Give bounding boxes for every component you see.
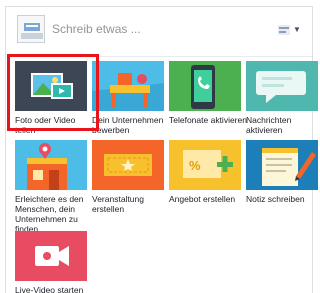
svg-text:%: % xyxy=(189,158,201,173)
option-label: Erleichtere es den Menschen, dein Untern… xyxy=(15,194,84,234)
page-flag-icon xyxy=(278,25,290,35)
option-label: Notiz schreiben xyxy=(246,194,305,204)
page-switcher[interactable]: ▼ xyxy=(278,24,304,36)
option-label: Live-Video starten xyxy=(15,285,84,293)
option-label: Telefonate aktivieren xyxy=(169,115,247,125)
location-shop-icon xyxy=(15,140,87,190)
status-input[interactable] xyxy=(50,16,270,42)
live-video-icon xyxy=(15,231,87,281)
event-ticket-icon xyxy=(92,140,164,190)
page-avatar[interactable] xyxy=(17,15,45,43)
chevron-down-icon: ▼ xyxy=(293,25,301,34)
promote-business-icon xyxy=(92,61,164,111)
post-composer: ▼ xyxy=(6,7,312,57)
create-post-panel: ▼ Foto oder Video teilen xyxy=(5,6,318,293)
message-bubble-icon xyxy=(246,61,318,111)
option-label: Angebot erstellen xyxy=(169,194,236,204)
offer-coupon-icon: % xyxy=(169,140,241,190)
phone-call-icon xyxy=(169,61,241,111)
photo-video-icon xyxy=(15,61,87,111)
option-label: Foto oder Video teilen xyxy=(15,115,76,135)
option-label: Dein Unternehmen bewerben xyxy=(92,115,164,135)
option-label: Veranstaltung erstellen xyxy=(92,194,144,214)
option-label: Nachrichten aktivieren xyxy=(246,115,292,135)
note-pencil-icon xyxy=(246,140,318,190)
